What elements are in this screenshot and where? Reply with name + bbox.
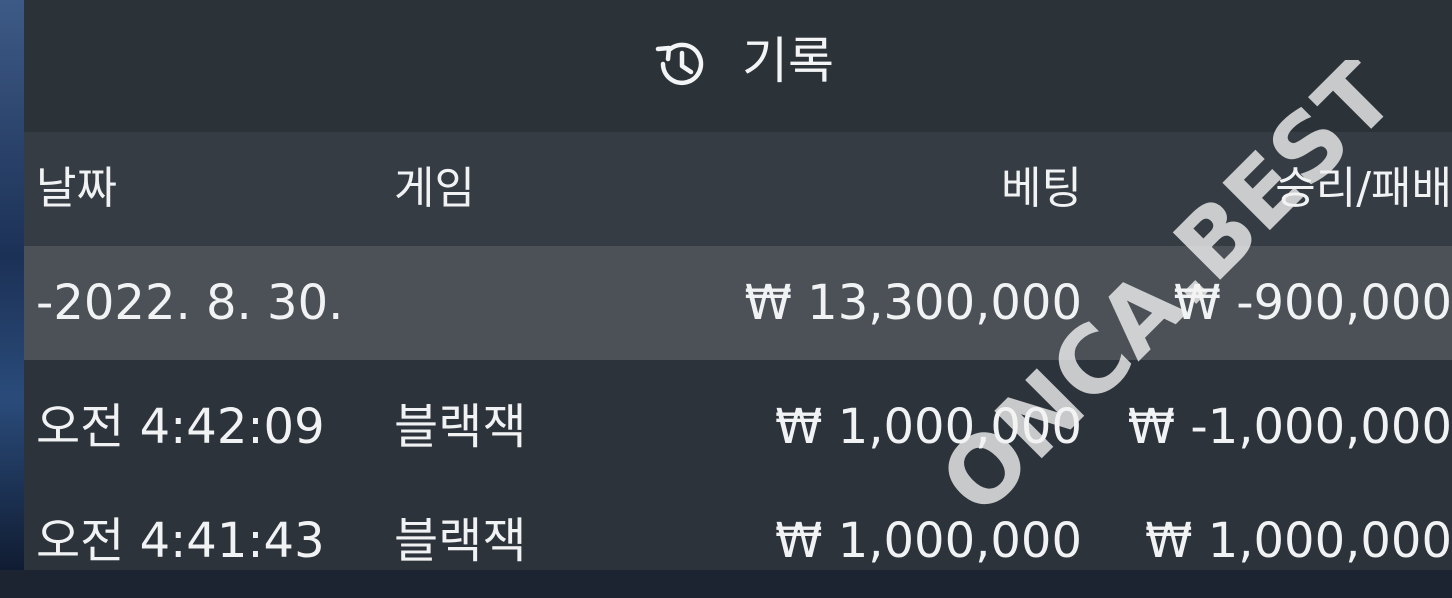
table-row[interactable]: 오전 4:42:09 블랙잭 ₩ 1,000,000 ₩ -1,000,000	[24, 370, 1452, 484]
row-game: 블랙잭	[394, 399, 527, 455]
background-edge	[0, 0, 24, 570]
row-result: ₩ -1,000,000	[1127, 399, 1452, 455]
history-icon	[655, 42, 704, 86]
history-panel: 기록 날짜 게임 베팅 승리/패배 -2022. 8. 30. ₩ 13,300…	[24, 0, 1452, 570]
panel-title: 기록	[742, 32, 834, 90]
column-header-bet: 베팅	[1001, 163, 1082, 214]
row-bet: ₩ 1,000,000	[774, 399, 1082, 455]
column-header-game: 게임	[394, 163, 475, 214]
summary-bet: ₩ 13,300,000	[744, 275, 1082, 331]
table-header: 날짜 게임 베팅 승리/패배	[24, 132, 1452, 246]
table-row[interactable]: 오전 4:41:43 블랙잭 ₩ 1,000,000 ₩ 1,000,000	[24, 484, 1452, 598]
date-summary-row[interactable]: -2022. 8. 30. ₩ 13,300,000 ₩ -900,000	[24, 246, 1452, 360]
panel-header: 기록	[24, 0, 1452, 132]
row-result: ₩ 1,000,000	[1144, 513, 1452, 569]
column-header-date: 날짜	[36, 163, 117, 214]
column-header-result: 승리/패배	[1275, 163, 1452, 214]
summary-result: ₩ -900,000	[1173, 275, 1452, 331]
row-bet: ₩ 1,000,000	[774, 513, 1082, 569]
row-time: 오전 4:41:43	[36, 513, 325, 569]
row-game: 블랙잭	[394, 513, 527, 569]
summary-date: -2022. 8. 30.	[36, 275, 344, 331]
row-time: 오전 4:42:09	[36, 399, 325, 455]
